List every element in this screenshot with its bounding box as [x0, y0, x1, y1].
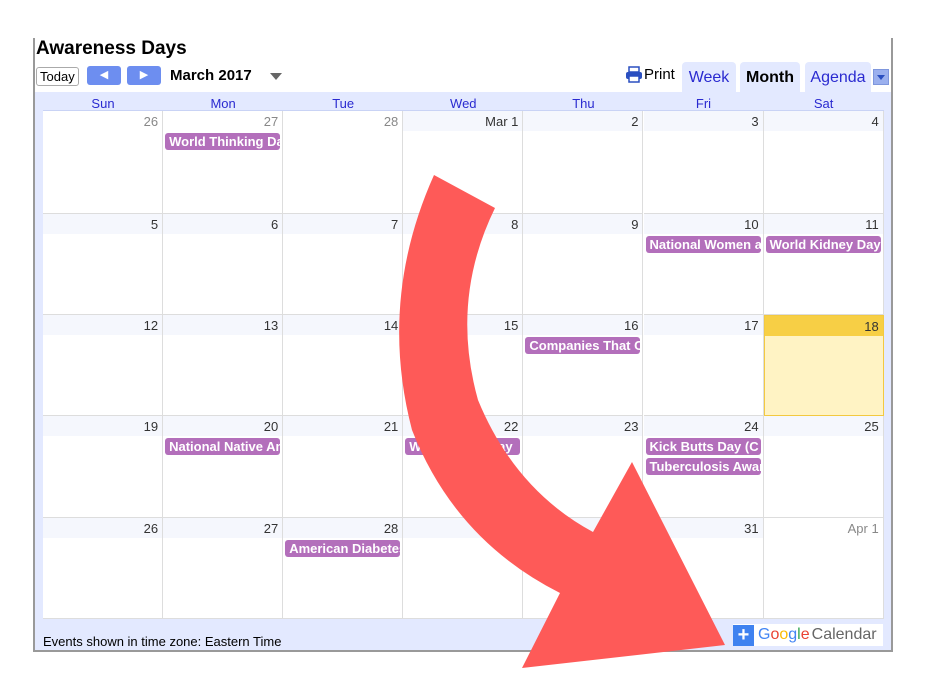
curved-arrow-shape: [399, 175, 725, 668]
red-arrow-annotation: [399, 175, 725, 668]
